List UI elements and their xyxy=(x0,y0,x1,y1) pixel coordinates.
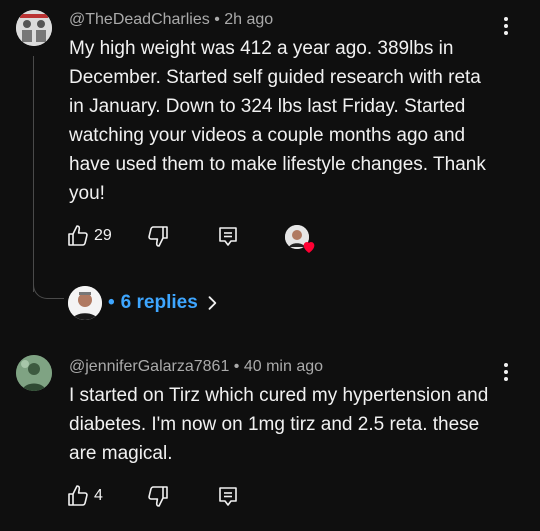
comment-text-line: in January. Down to 324 lbs last Friday.… xyxy=(69,96,466,117)
like-button[interactable]: 29 xyxy=(66,224,112,248)
profile-avatar-icon xyxy=(16,10,52,46)
comment-meta: @jenniferGalarza7861 • 40 min ago xyxy=(69,358,323,376)
comment-text: I started on Tirz which cured my hyperte… xyxy=(69,381,517,468)
profile-avatar-icon xyxy=(68,286,102,320)
comment-time[interactable]: 2h ago xyxy=(224,11,273,28)
comment-1: @TheDeadCharlies • 2h ago My high weight… xyxy=(0,0,540,330)
dislike-button[interactable] xyxy=(146,484,170,508)
like-count: 4 xyxy=(94,487,103,504)
reply-button[interactable] xyxy=(216,484,240,508)
reply-comment-icon xyxy=(219,227,237,246)
like-button[interactable]: 4 xyxy=(66,484,103,508)
comment-text-line: December. Started self guided research w… xyxy=(69,67,481,88)
like-count: 29 xyxy=(94,227,112,244)
comment-text: My high weight was 412 a year ago. 389lb… xyxy=(69,34,517,208)
commenter-avatar[interactable] xyxy=(16,355,52,391)
thread-connector xyxy=(33,268,64,299)
comment-meta: @TheDeadCharlies • 2h ago xyxy=(69,11,273,29)
comment-text-line: you! xyxy=(69,183,105,204)
creator-heart[interactable] xyxy=(285,225,315,253)
commenter-avatar[interactable] xyxy=(16,10,52,46)
creator-heart-icon xyxy=(303,242,315,253)
comment-text-line: I started on Tirz which cured my hyperte… xyxy=(69,385,489,406)
comment-text-line: diabetes. I'm now on 1mg tirz and 2.5 re… xyxy=(69,414,480,435)
meta-separator: • xyxy=(233,358,240,375)
comment-text-line: have used them to make lifestyle changes… xyxy=(69,154,486,175)
thumbs-down-icon xyxy=(148,226,168,247)
thread-line xyxy=(33,56,34,292)
comment-author[interactable]: @TheDeadCharlies xyxy=(69,11,210,28)
comment-text-line: are magical. xyxy=(69,443,173,464)
comment-text-line: watching your videos a couple months ago… xyxy=(69,125,466,146)
meta-separator: • xyxy=(214,11,220,28)
reply-button[interactable] xyxy=(216,224,240,248)
replies-label: • 6 replies xyxy=(108,292,222,314)
view-replies-button[interactable]: • 6 replies xyxy=(68,286,222,320)
profile-avatar-icon xyxy=(16,355,52,391)
thumbs-up-icon xyxy=(68,485,88,506)
dislike-button[interactable] xyxy=(146,224,170,248)
comment-time[interactable]: 40 min ago xyxy=(244,358,323,375)
creator-avatar xyxy=(285,225,315,253)
thumbs-up-icon xyxy=(68,225,88,246)
replies-separator: • xyxy=(108,292,115,313)
replier-avatar xyxy=(68,286,102,320)
thumbs-down-icon xyxy=(148,486,168,507)
comment-text-line: My high weight was 412 a year ago. 389lb… xyxy=(69,38,454,59)
reply-comment-icon xyxy=(219,487,237,506)
chevron-right-icon xyxy=(208,296,217,310)
comment-author[interactable]: @jenniferGalarza7861 xyxy=(69,358,229,375)
replies-count: 6 replies xyxy=(120,292,198,313)
